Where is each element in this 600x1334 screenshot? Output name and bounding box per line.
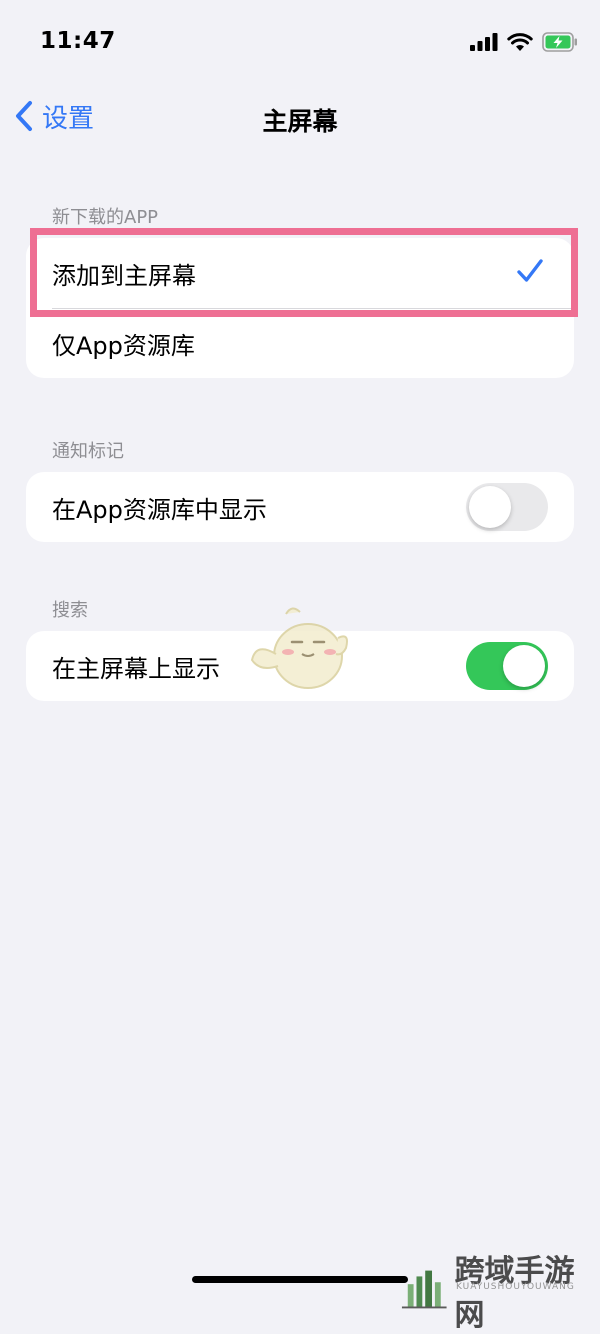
option-add-to-home-screen[interactable]: 添加到主屏幕 [26, 238, 574, 308]
wifi-icon [507, 33, 533, 52]
row-show-on-home-screen: 在主屏幕上显示 [26, 631, 574, 701]
row-label: 在主屏幕上显示 [52, 649, 220, 684]
show-in-app-library-toggle[interactable] [466, 483, 548, 531]
section-header-search: 搜索 [52, 596, 88, 622]
row-label: 在App资源库中显示 [52, 490, 267, 525]
site-watermark: 跨域手游网 KUAYUSHOUYOUWANG [400, 1246, 600, 1334]
row-label: 添加到主屏幕 [52, 256, 196, 291]
search-group: 在主屏幕上显示 [26, 631, 574, 701]
battery-charging-icon [542, 32, 578, 52]
navigation-bar: 设置 主屏幕 [0, 88, 600, 144]
tower-logo-icon [400, 1268, 449, 1312]
row-show-in-app-library: 在App资源库中显示 [26, 472, 574, 542]
section-header-notification-badges: 通知标记 [52, 437, 124, 463]
page-title: 主屏幕 [0, 102, 600, 138]
new-downloads-group: 添加到主屏幕 仅App资源库 [26, 238, 574, 378]
home-indicator[interactable] [192, 1276, 408, 1283]
toggle-knob [469, 486, 511, 528]
section-header-new-downloads: 新下载的APP [52, 203, 158, 229]
toggle-knob [503, 645, 545, 687]
row-label: 仅App资源库 [52, 326, 195, 361]
status-time: 11:47 [40, 28, 116, 54]
notification-badges-group: 在App资源库中显示 [26, 472, 574, 542]
status-icons [470, 32, 578, 52]
checkmark-icon [516, 258, 544, 284]
status-bar: 11:47 [0, 0, 600, 88]
watermark-subtext: KUAYUSHOUYOUWANG [456, 1282, 575, 1292]
option-app-library-only[interactable]: 仅App资源库 [26, 308, 574, 378]
show-on-home-screen-toggle[interactable] [466, 642, 548, 690]
cellular-signal-icon [470, 33, 498, 51]
